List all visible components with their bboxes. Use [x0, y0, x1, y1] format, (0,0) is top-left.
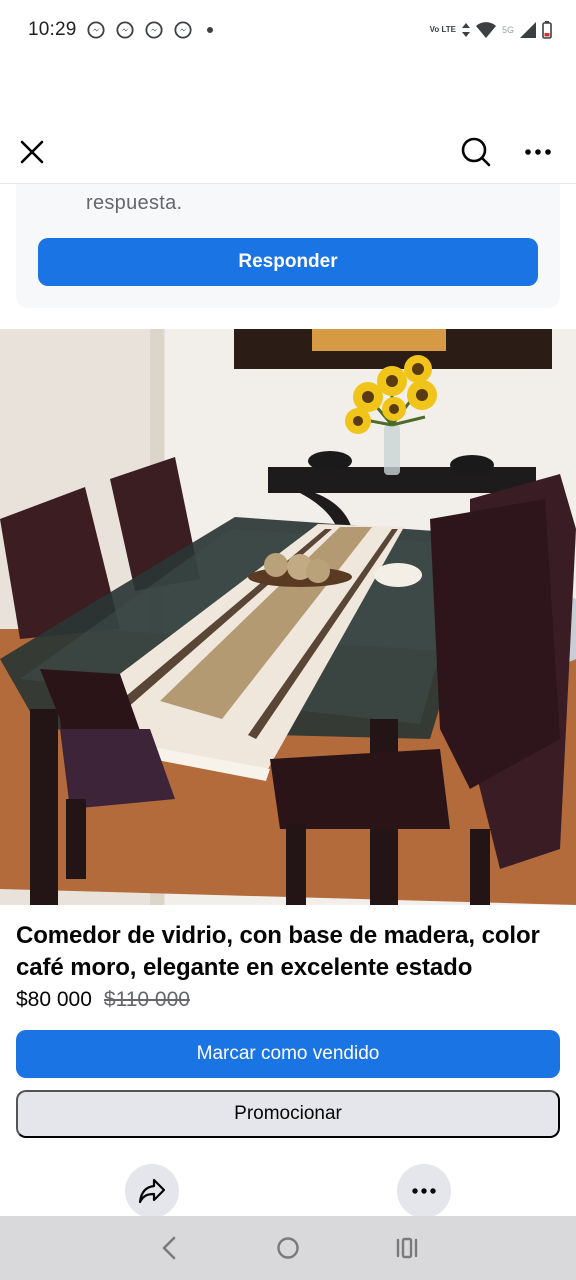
reply-button[interactable]: Responder: [38, 238, 538, 286]
dining-table-image: [0, 329, 576, 905]
more-horizontal-icon: [412, 1188, 436, 1194]
listing-photo[interactable]: [0, 329, 576, 905]
more-actions-button[interactable]: [397, 1164, 451, 1218]
nav-back-button[interactable]: [145, 1224, 193, 1272]
system-status: Vo LTE 5G: [430, 21, 552, 39]
messenger-icon: [115, 21, 134, 39]
signal-icon: [520, 22, 536, 38]
share-button[interactable]: [125, 1164, 179, 1218]
wifi-icon: [475, 22, 496, 38]
network-type: 5G: [501, 25, 514, 35]
more-horizontal-icon: [525, 148, 551, 155]
status-time: 10:29: [28, 19, 77, 40]
mark-as-sold-button[interactable]: Marcar como vendido: [16, 1030, 560, 1078]
nav-home-button[interactable]: [264, 1224, 312, 1272]
promote-button[interactable]: Promocionar: [16, 1090, 560, 1138]
messenger-icon: [86, 21, 105, 39]
price-row: $80 000 $110 000: [16, 988, 190, 1012]
listing-title: Comedor de vidrio, con base de madera, c…: [16, 922, 540, 981]
message-text: respuesta.: [86, 192, 183, 214]
volte-indicator: Vo LTE: [429, 25, 456, 34]
nav-recents-button[interactable]: [383, 1224, 431, 1272]
status-bar: 10:29 Vo LTE 5G: [0, 0, 576, 60]
close-icon: [20, 140, 44, 163]
more-notifications-dot: [206, 27, 213, 33]
recents-icon: [396, 1237, 417, 1259]
more-options-button[interactable]: [518, 132, 558, 172]
back-icon: [163, 1236, 176, 1260]
original-price: $110 000: [103, 988, 190, 1011]
close-button[interactable]: [12, 132, 52, 172]
battery-icon: [542, 21, 552, 39]
messenger-icon: [173, 21, 192, 39]
top-app-bar: [0, 120, 576, 184]
current-price: $80 000: [16, 988, 92, 1011]
search-icon: [461, 137, 491, 166]
share-icon: [138, 1178, 166, 1204]
search-button[interactable]: [456, 132, 496, 172]
system-nav-bar: [0, 1216, 576, 1280]
data-activity-icon: [461, 23, 470, 37]
home-icon: [277, 1237, 299, 1259]
messenger-icon: [144, 21, 163, 39]
